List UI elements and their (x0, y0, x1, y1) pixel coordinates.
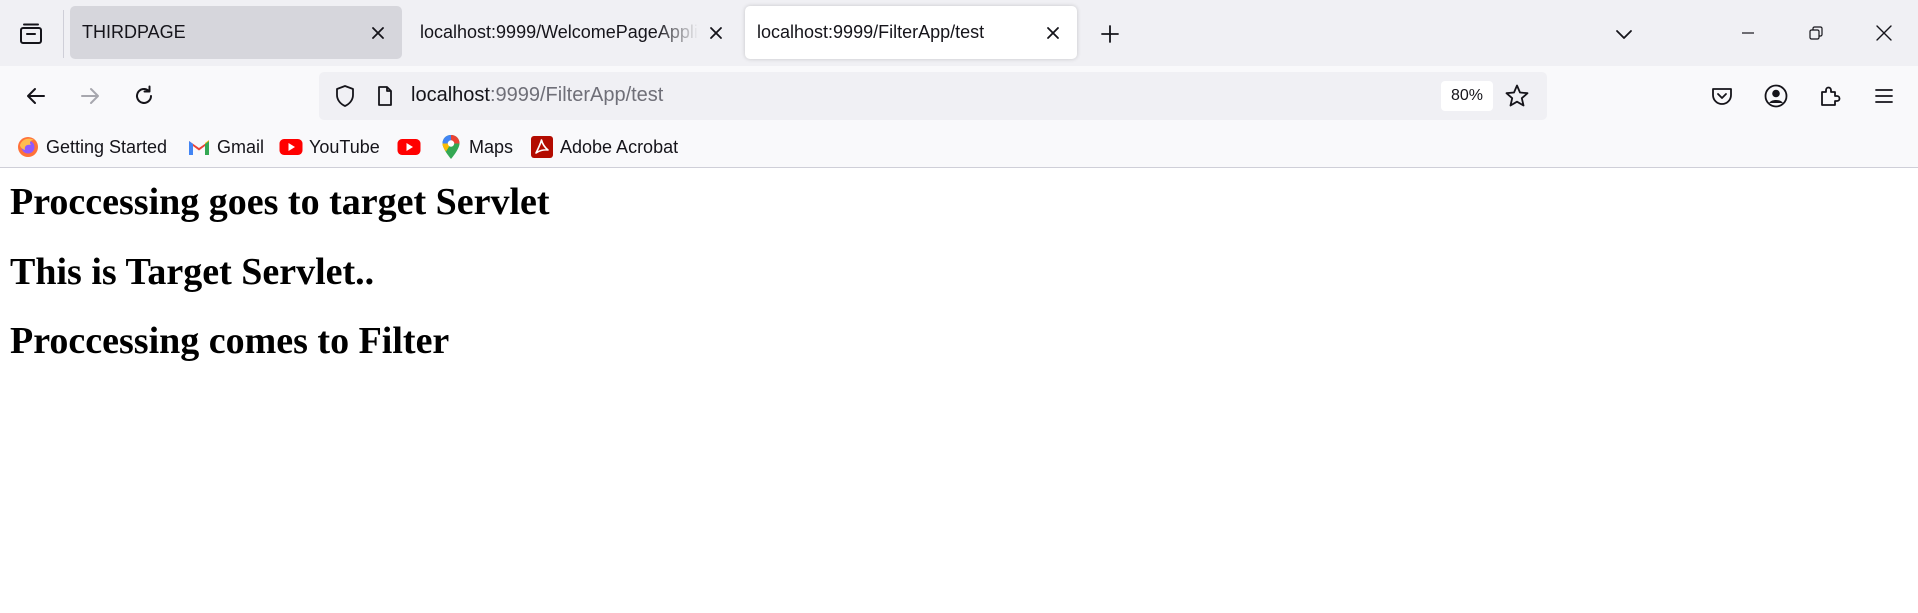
bookmark-page-button[interactable] (1501, 80, 1533, 112)
account-button[interactable] (1754, 74, 1798, 118)
url-host: localhost (411, 84, 490, 106)
site-info-button[interactable] (371, 80, 399, 112)
navigation-toolbar: localhost:9999/FilterApp/test 80% (0, 66, 1918, 126)
plus-icon (1101, 25, 1119, 43)
bookmark-label: Maps (469, 136, 514, 157)
tab-title: localhost:9999/FilterApp/test (757, 22, 985, 42)
acrobat-icon (530, 135, 554, 159)
tab-close-button[interactable] (698, 15, 734, 51)
app-menu-button[interactable] (1862, 74, 1906, 118)
minimize-button[interactable] (1714, 8, 1782, 58)
bookmark-label: YouTube (309, 136, 380, 157)
shield-icon (336, 85, 354, 107)
page-icon (378, 86, 392, 106)
star-icon (1505, 84, 1529, 107)
close-icon (710, 26, 722, 39)
url-path: :9999/FilterApp/test (489, 84, 664, 106)
minimize-icon (1742, 32, 1754, 34)
puzzle-icon (1821, 86, 1841, 106)
close-icon (372, 26, 384, 39)
arrow-left-icon (27, 88, 45, 104)
tab-welcome-page[interactable]: localhost:9999/WelcomePageApplication (408, 6, 740, 59)
heading-target-servlet: This is Target Servlet.. (10, 251, 375, 293)
gmail-icon (187, 135, 211, 159)
tab-close-button[interactable] (1035, 15, 1071, 51)
tab-title: THIRDPAGE (82, 22, 186, 42)
account-icon (1764, 84, 1788, 108)
new-tab-button[interactable] (1090, 14, 1130, 54)
restore-icon (1809, 26, 1823, 40)
firefox-view-icon (20, 23, 42, 44)
bookmark-youtube[interactable]: YouTube (279, 132, 380, 162)
list-all-tabs-button[interactable] (1604, 14, 1644, 54)
close-icon (1047, 26, 1059, 39)
window-close-button[interactable] (1850, 8, 1918, 58)
restore-button[interactable] (1782, 8, 1850, 58)
youtube-icon (279, 135, 303, 159)
url-text[interactable]: localhost:9999/FilterApp/test (411, 84, 663, 107)
firefox-view-button[interactable] (0, 8, 62, 60)
heading-processing-filter: Proccessing comes to Filter (10, 320, 450, 362)
reload-button[interactable] (122, 74, 166, 118)
bookmark-adobe-acrobat[interactable]: Adobe Acrobat (530, 132, 678, 162)
pocket-button[interactable] (1700, 74, 1744, 118)
tracking-protection-button[interactable] (329, 80, 361, 112)
tab-filterapp-active[interactable]: localhost:9999/FilterApp/test (745, 6, 1077, 59)
youtube-icon (397, 135, 421, 159)
tab-separator (63, 10, 64, 58)
firefox-icon (16, 135, 40, 159)
tab-strip: THIRDPAGE localhost:9999/WelcomePageAppl… (0, 0, 1918, 66)
bookmark-youtube-icon-only[interactable] (397, 132, 427, 162)
maps-pin-icon (439, 135, 463, 159)
forward-button[interactable] (68, 74, 112, 118)
bookmark-label: Adobe Acrobat (560, 136, 679, 157)
pocket-icon (1712, 88, 1732, 105)
heading-processing-target: Proccessing goes to target Servlet (10, 181, 550, 223)
reload-icon (136, 85, 152, 104)
back-button[interactable] (14, 74, 58, 118)
bookmark-label: Getting Started (46, 136, 168, 157)
chevron-down-icon (1616, 30, 1632, 39)
close-icon (1876, 25, 1892, 41)
zoom-reset-button[interactable]: 80% (1441, 81, 1493, 111)
tab-title: localhost:9999/WelcomePageApplication (420, 22, 698, 42)
tab-close-button[interactable] (360, 15, 396, 51)
arrow-right-icon (81, 88, 99, 104)
page-content: Proccessing goes to target Servlet This … (0, 168, 1918, 613)
hamburger-menu-icon (1875, 89, 1893, 103)
bookmark-label: Gmail (217, 136, 265, 157)
bookmark-gmail[interactable]: Gmail (187, 132, 264, 162)
bookmark-maps[interactable]: Maps (439, 132, 513, 162)
bookmarks-toolbar: Getting Started Gmail YouTube Maps Adobe… (0, 126, 1918, 168)
address-bar[interactable]: localhost:9999/FilterApp/test 80% (319, 72, 1547, 120)
bookmark-getting-started[interactable]: Getting Started (16, 132, 167, 162)
extensions-button[interactable] (1808, 74, 1852, 118)
tab-thirdpage[interactable]: THIRDPAGE (70, 6, 402, 59)
